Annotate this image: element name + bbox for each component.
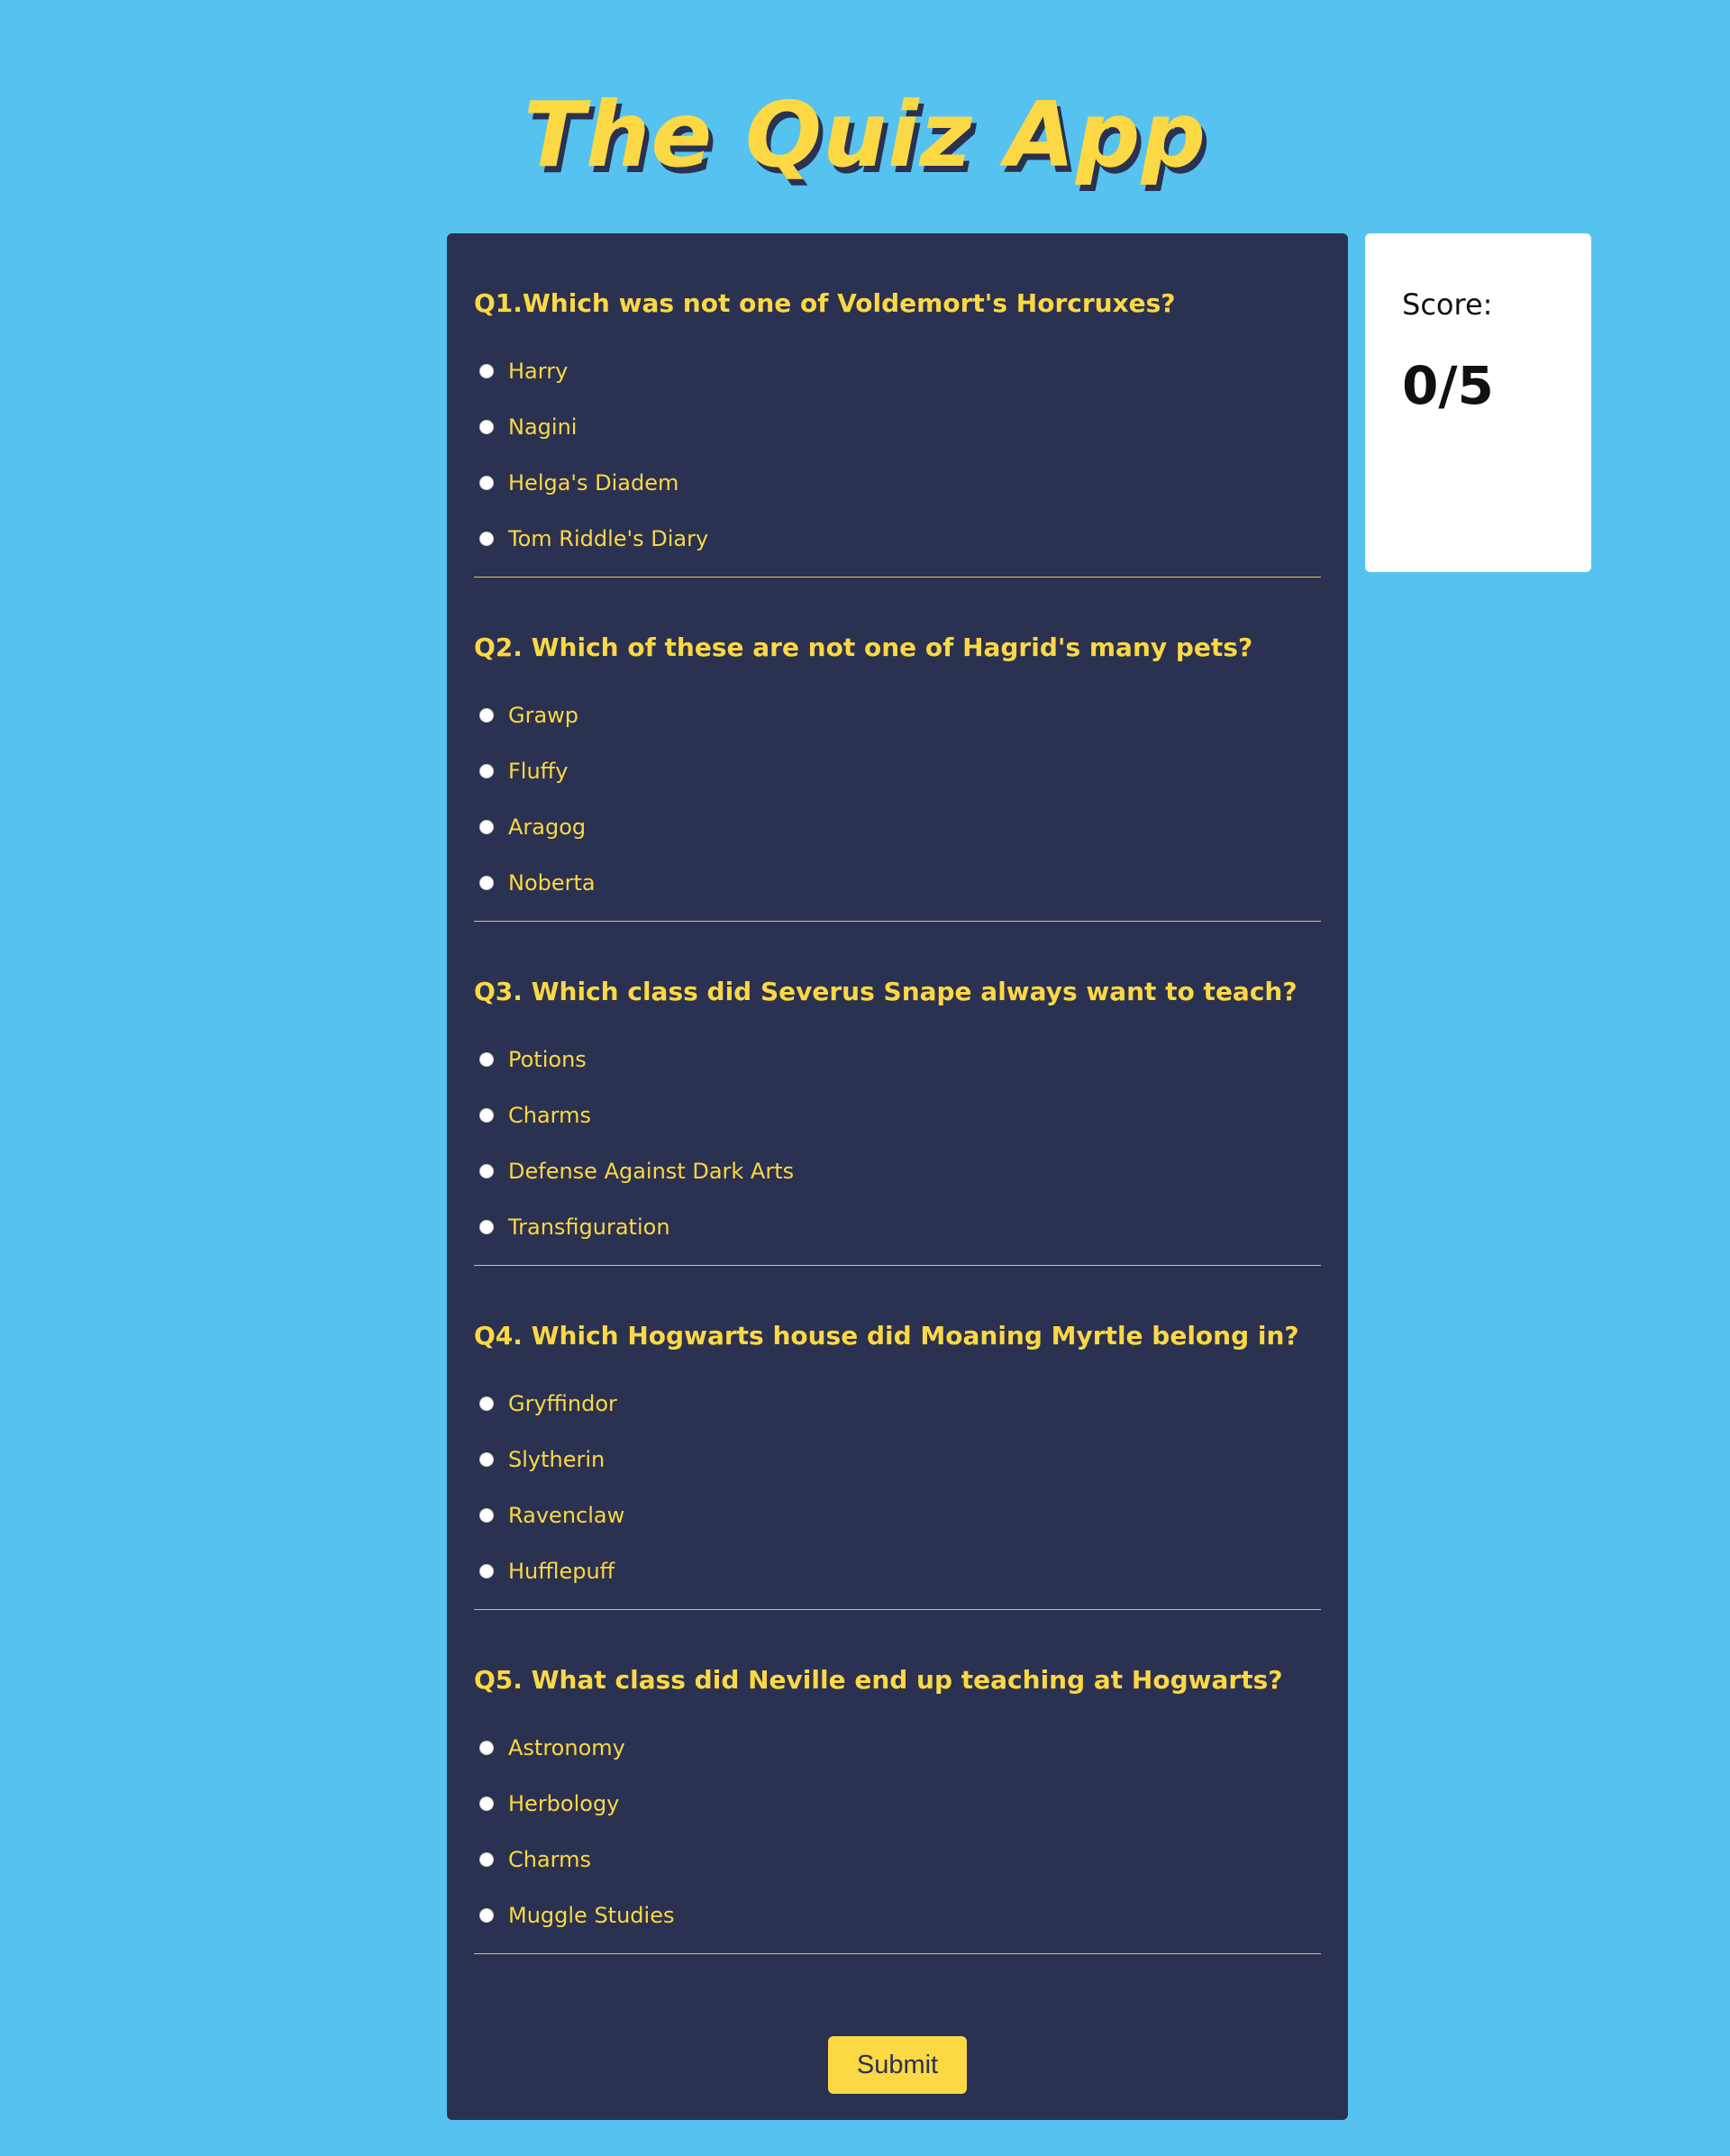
option-label: Defense Against Dark Arts xyxy=(508,1159,795,1184)
question-3: Q3. Which class did Severus Snape always… xyxy=(474,922,1321,1266)
question-4-option-2[interactable]: Slytherin xyxy=(474,1432,624,1487)
question-1-options: Harry Nagini Helga's Diadem Tom Riddle's… xyxy=(474,343,708,567)
radio-button[interactable] xyxy=(479,1164,494,1178)
option-label: Potions xyxy=(508,1047,587,1072)
option-label: Gryffindor xyxy=(508,1391,617,1416)
question-2-options: Grawp Fluffy Aragog Noberta xyxy=(474,687,596,911)
option-label: Charms xyxy=(508,1103,592,1128)
question-3-options: Potions Charms Defense Against Dark Arts… xyxy=(474,1032,794,1255)
question-5-option-3[interactable]: Charms xyxy=(474,1832,674,1888)
radio-button[interactable] xyxy=(479,476,494,490)
option-label: Harry xyxy=(508,359,569,384)
question-4: Q4. Which Hogwarts house did Moaning Myr… xyxy=(474,1266,1321,1610)
question-5-option-2[interactable]: Herbology xyxy=(474,1776,674,1832)
option-label: Helga's Diadem xyxy=(508,470,679,496)
question-1-option-2[interactable]: Nagini xyxy=(474,399,708,455)
option-label: Nagini xyxy=(508,414,578,440)
score-label: Score: xyxy=(1402,287,1493,322)
option-label: Astronomy xyxy=(508,1735,625,1760)
radio-button[interactable] xyxy=(479,1220,494,1234)
radio-button[interactable] xyxy=(479,1564,494,1578)
submit-button[interactable]: Submit xyxy=(828,2036,967,2094)
question-3-option-2[interactable]: Charms xyxy=(474,1087,794,1143)
score-card: Score: 0/5 xyxy=(1365,233,1591,572)
radio-button[interactable] xyxy=(479,1108,494,1123)
score-value: 0/5 xyxy=(1402,355,1494,416)
question-5-options: Astronomy Herbology Charms Muggle Studie… xyxy=(474,1720,674,1943)
radio-button[interactable] xyxy=(479,1052,494,1067)
radio-button[interactable] xyxy=(479,532,494,546)
quiz-form: Q1.Which was not one of Voldemort's Horc… xyxy=(447,233,1348,2120)
radio-button[interactable] xyxy=(479,1508,494,1523)
question-4-options: Gryffindor Slytherin Ravenclaw Hufflepuf… xyxy=(474,1376,624,1599)
question-4-option-4[interactable]: Hufflepuff xyxy=(474,1543,624,1599)
option-label: Muggle Studies xyxy=(508,1903,675,1928)
radio-button[interactable] xyxy=(479,820,494,834)
question-1-option-4[interactable]: Tom Riddle's Diary xyxy=(474,511,708,567)
question-2-option-4[interactable]: Noberta xyxy=(474,855,596,911)
option-label: Noberta xyxy=(508,870,596,896)
option-label: Ravenclaw xyxy=(508,1503,625,1528)
question-2-text: Q2. Which of these are not one of Hagrid… xyxy=(474,632,1253,662)
question-5-text: Q5. What class did Neville end up teachi… xyxy=(474,1665,1283,1695)
radio-button[interactable] xyxy=(479,1908,494,1923)
question-4-text: Q4. Which Hogwarts house did Moaning Myr… xyxy=(474,1321,1299,1351)
option-label: Aragog xyxy=(508,814,587,840)
question-2-option-1[interactable]: Grawp xyxy=(474,687,596,743)
question-3-text: Q3. Which class did Severus Snape always… xyxy=(474,977,1298,1006)
app-title: The Quiz App xyxy=(523,82,1207,187)
question-2-option-2[interactable]: Fluffy xyxy=(474,743,596,799)
radio-button[interactable] xyxy=(479,1396,494,1411)
question-3-option-1[interactable]: Potions xyxy=(474,1032,794,1087)
question-2-option-3[interactable]: Aragog xyxy=(474,799,596,855)
radio-button[interactable] xyxy=(479,764,494,778)
radio-button[interactable] xyxy=(479,1797,494,1811)
question-3-option-3[interactable]: Defense Against Dark Arts xyxy=(474,1143,794,1199)
radio-button[interactable] xyxy=(479,1741,494,1755)
radio-button[interactable] xyxy=(479,876,494,890)
question-5-option-1[interactable]: Astronomy xyxy=(474,1720,674,1776)
option-label: Hufflepuff xyxy=(508,1559,615,1584)
option-label: Fluffy xyxy=(508,759,569,784)
option-label: Slytherin xyxy=(508,1447,606,1472)
question-1-option-1[interactable]: Harry xyxy=(474,343,708,399)
question-2: Q2. Which of these are not one of Hagrid… xyxy=(474,578,1321,922)
radio-button[interactable] xyxy=(479,708,494,723)
radio-button[interactable] xyxy=(479,1452,494,1467)
question-4-option-3[interactable]: Ravenclaw xyxy=(474,1487,624,1543)
question-1-text: Q1.Which was not one of Voldemort's Horc… xyxy=(474,288,1176,318)
question-5: Q5. What class did Neville end up teachi… xyxy=(474,1610,1321,1954)
option-label: Transfiguration xyxy=(508,1214,670,1240)
question-1-option-3[interactable]: Helga's Diadem xyxy=(474,455,708,511)
question-1: Q1.Which was not one of Voldemort's Horc… xyxy=(474,233,1321,578)
radio-button[interactable] xyxy=(479,364,494,378)
question-5-option-4[interactable]: Muggle Studies xyxy=(474,1888,674,1943)
option-label: Grawp xyxy=(508,703,579,728)
question-4-option-1[interactable]: Gryffindor xyxy=(474,1376,624,1432)
option-label: Tom Riddle's Diary xyxy=(508,526,709,551)
radio-button[interactable] xyxy=(479,1852,494,1867)
question-3-option-4[interactable]: Transfiguration xyxy=(474,1199,794,1255)
option-label: Herbology xyxy=(508,1791,620,1816)
radio-button[interactable] xyxy=(479,420,494,434)
option-label: Charms xyxy=(508,1847,592,1872)
